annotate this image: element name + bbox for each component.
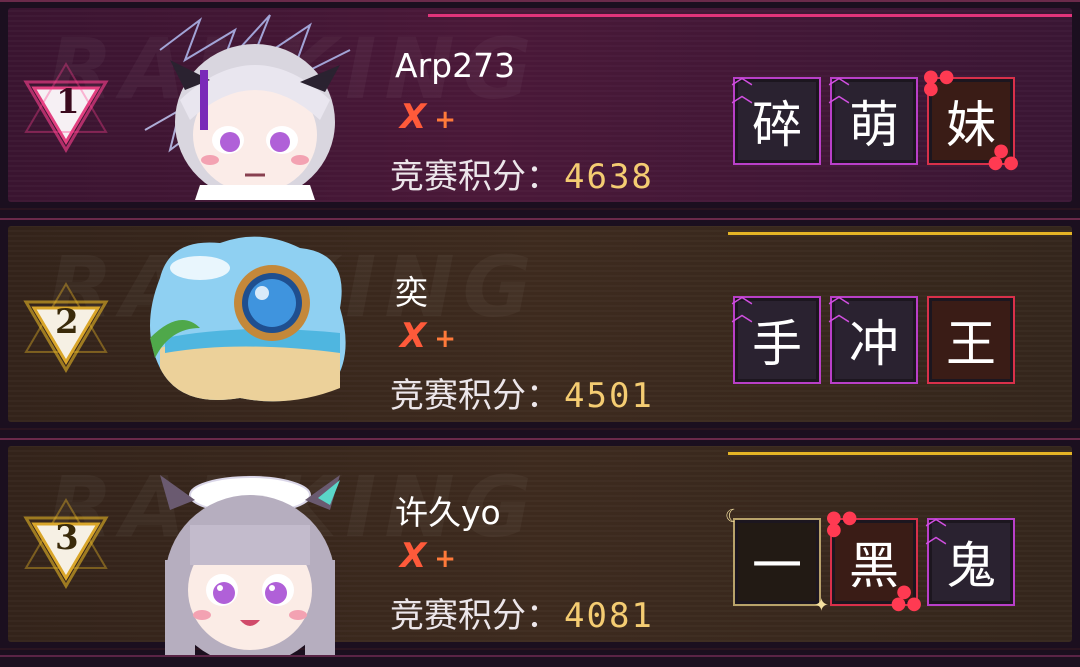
score-label: 竞赛积分： [390,376,560,416]
title-char: 碎 [752,96,802,154]
title-char: 萌 [849,96,899,154]
plus-icon: + [434,324,457,354]
title-tile-1: ︿ ︿ 碎 [731,67,821,165]
rank-number: 2 [55,302,79,342]
avatar-icon[interactable] [140,470,360,660]
chevron-up-icon: ︿ ︿ [731,284,754,327]
x-badge: X + [400,97,456,137]
x-badge: X + [400,536,456,576]
leaderboard-row-1[interactable]: RANKING 1 Arp273 X+ 竞赛积分：4638 ︿︿碎 ︿︿萌 ●●… [0,0,1080,210]
avatar-icon[interactable] [140,10,360,200]
score-line: 竞赛积分： 4638 [390,149,654,198]
title-tile-1: ☾ ✦ 一 [725,506,829,616]
title-tile-2: ●● ● ● ●● 黑 [826,509,922,613]
rank-number: 1 [56,82,80,122]
title-tiles: ︿ ︿ 碎 ︿ ︿ 萌 ●● ● ● ●● 妹 [731,67,1019,172]
rank-number: 3 [55,518,79,558]
plus-icon: + [434,105,457,135]
dots-icon: ●●● [923,66,955,99]
plus-icon: + [434,544,457,574]
dots-icon: ●●● [890,581,922,614]
score-line: 竞赛积分： 4501 [390,368,654,417]
x-badge: X + [400,316,456,356]
title-char: 王 [946,315,996,373]
score-value: 4638 [564,157,654,197]
title-tile-2: ︿ ︿ 冲 [828,286,918,384]
title-char: 手 [752,315,802,373]
title-tile-3: ︿ ︿ 鬼 [925,508,1015,606]
title-char: 鬼 [946,537,996,595]
title-tile-3: ●● ● ● ●● 妹 [923,68,1019,172]
title-char: 一 [752,537,802,595]
score-line: 竞赛积分： 4081 [390,588,654,637]
x-badge-label: X [400,316,427,356]
avatar-icon[interactable] [140,228,360,418]
leaderboard-row-2[interactable]: RANKING 2 奕 X+ 竞赛积分：4501 ︿︿手 ︿︿冲 王 [0,218,1080,430]
player-name: 奕 [395,273,428,312]
score-value: 4501 [564,376,654,416]
score-label: 竞赛积分： [390,596,560,636]
chevron-up-icon: ︿ ︿ [925,506,948,549]
bottom-edge [0,655,1080,667]
player-name: 许久yo [395,493,501,532]
dots-icon: ●●● [826,507,858,540]
title-tile-1: ︿ ︿ 手 [731,286,821,384]
title-tiles: ☾ ✦ 一 ●● ● ● ●● 黑 ︿ ︿ 鬼 [725,506,1015,616]
chevron-up-icon: ︿ ︿ [828,284,851,327]
sparkle-icon: ✦ [813,595,829,616]
title-tiles: ︿ ︿ 手 ︿ ︿ 冲 王 [731,286,1015,384]
chevron-up-icon: ︿ ︿ [828,65,851,108]
player-name: Arp273 [395,46,516,85]
title-tile-3: 王 [927,296,1015,384]
x-badge-label: X [400,97,427,137]
score-value: 4081 [564,596,654,636]
title-char: 冲 [849,315,899,373]
score-label: 竞赛积分： [390,157,560,197]
moon-icon: ☾ [725,506,742,527]
title-tile-2: ︿ ︿ 萌 [828,67,918,165]
x-badge-label: X [400,536,427,576]
leaderboard-row-3[interactable]: RANKING 3 许久yo X+ 竞赛积分：4081 ☾✦一 ●●● [0,438,1080,660]
dots-icon: ●●● [987,140,1019,173]
chevron-up-icon: ︿ ︿ [731,65,754,108]
